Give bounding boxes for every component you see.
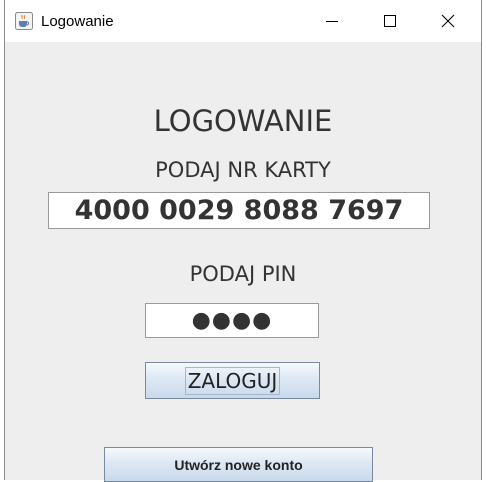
maximize-icon bbox=[384, 15, 396, 27]
login-button-label: ZALOGUJ bbox=[184, 366, 281, 395]
card-number-label: PODAJ NR KARTY bbox=[155, 158, 331, 182]
pin-label: PODAJ PIN bbox=[189, 262, 297, 286]
maximize-button[interactable] bbox=[363, 0, 417, 42]
close-button[interactable] bbox=[421, 0, 475, 42]
minimize-button[interactable] bbox=[305, 0, 359, 42]
close-icon bbox=[441, 14, 455, 28]
login-button[interactable]: ZALOGUJ bbox=[145, 362, 320, 399]
title-bar[interactable]: Logowanie bbox=[5, 0, 481, 42]
create-account-button[interactable]: Utwórz nowe konto bbox=[104, 447, 373, 482]
card-number-field[interactable]: 4000 0029 8088 7697 bbox=[48, 192, 430, 229]
minimize-icon bbox=[326, 21, 338, 22]
java-cup-icon bbox=[15, 12, 33, 30]
window-title: Logowanie bbox=[41, 13, 114, 30]
login-window: Logowanie LOGOWANIE PODAJ NR KARTY 4000 … bbox=[4, 0, 482, 482]
pin-field[interactable]: ●●●● bbox=[145, 303, 319, 338]
page-title: LOGOWANIE bbox=[153, 104, 333, 138]
